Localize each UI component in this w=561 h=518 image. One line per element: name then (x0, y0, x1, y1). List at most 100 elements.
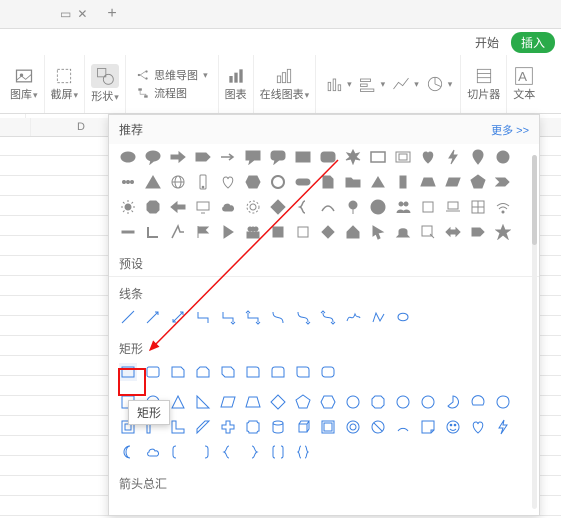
ribbon-textbox[interactable]: A 文本 (507, 55, 541, 113)
bs-smiley-icon[interactable] (444, 418, 462, 436)
rect-snip1-icon[interactable] (169, 363, 187, 381)
more-link[interactable]: 更多 >> (491, 122, 529, 138)
ribbon-slicer[interactable]: 切片器 (461, 55, 507, 113)
rect-round1-icon[interactable] (244, 363, 262, 381)
shape-sq-icon[interactable] (269, 223, 287, 241)
line-curve-arrow-icon[interactable] (294, 308, 312, 326)
shape-pill-icon[interactable] (294, 173, 312, 191)
shape-question-icon[interactable]: ? (369, 198, 387, 216)
chart-type-4-icon[interactable]: ▾ (425, 74, 453, 94)
shape-document-icon[interactable] (319, 173, 337, 191)
shape-gear-icon[interactable] (244, 198, 262, 216)
bs-plaque-icon[interactable] (244, 418, 262, 436)
bs-dblbrace-icon[interactable] (294, 443, 312, 461)
bs-rtriangle-icon[interactable] (194, 393, 212, 411)
bs-lshape-icon[interactable] (169, 418, 187, 436)
line-double-arrow-icon[interactable] (169, 308, 187, 326)
shape-circle-icon[interactable] (494, 148, 512, 166)
bs-trapezoid-icon[interactable] (244, 393, 262, 411)
shape-home-icon[interactable] (344, 223, 362, 241)
ribbon-flowchart[interactable]: 流程图 (136, 85, 208, 101)
rect-round-diag-icon[interactable] (294, 363, 312, 381)
line-elbow-icon[interactable] (194, 308, 212, 326)
bs-cross-icon[interactable] (219, 418, 237, 436)
bs-parallel-icon[interactable] (219, 393, 237, 411)
shape-ring-icon[interactable] (269, 173, 287, 191)
shape-burst-icon[interactable] (344, 148, 362, 166)
shape-pentagon-icon[interactable] (469, 173, 487, 191)
bs-brace-r-icon[interactable] (244, 443, 262, 461)
line-freeform-icon[interactable] (369, 308, 387, 326)
rect-snip2-icon[interactable] (194, 363, 212, 381)
shape-arrow-right-icon[interactable] (169, 148, 187, 166)
shape-heart-icon[interactable] (419, 148, 437, 166)
bs-diamond-icon[interactable] (269, 393, 287, 411)
ribbon-online-chart[interactable]: 在线图表▾ (254, 55, 317, 113)
shape-triangle-icon[interactable] (144, 173, 162, 191)
shape-sun-icon[interactable] (119, 198, 137, 216)
scrollbar-thumb[interactable] (532, 155, 537, 245)
shape-rounded-rect-icon[interactable] (319, 148, 337, 166)
shape-phone-icon[interactable] (194, 173, 212, 191)
menu-start[interactable]: 开始 (475, 34, 499, 51)
line-curve-double-icon[interactable] (319, 308, 337, 326)
bs-bevel-icon[interactable] (319, 418, 337, 436)
shape-dots-icon[interactable] (119, 173, 137, 191)
bs-pie-icon[interactable] (444, 393, 462, 411)
shape-flag-icon[interactable] (194, 223, 212, 241)
bs-chord-icon[interactable] (469, 393, 487, 411)
bs-heptagon-icon[interactable]: 7 (344, 393, 362, 411)
bs-octagon-icon[interactable] (369, 393, 387, 411)
chart-type-2-icon[interactable]: ▾ (358, 74, 386, 94)
shape-monitor-icon[interactable] (194, 198, 212, 216)
shape-globe-icon[interactable] (169, 173, 187, 191)
line-elbow-double-icon[interactable] (244, 308, 262, 326)
shape-bar-icon[interactable] (119, 223, 137, 241)
rect-round-all-icon[interactable] (319, 363, 337, 381)
shape-ellipse-icon[interactable] (119, 148, 137, 166)
shape-rect-icon[interactable] (294, 148, 312, 166)
shape-rounded-speech-icon[interactable] (144, 148, 162, 166)
bs-donut-icon[interactable] (344, 418, 362, 436)
bs-cube-icon[interactable] (294, 418, 312, 436)
menu-insert[interactable]: 插入 (511, 32, 555, 53)
tab-new[interactable]: + (107, 5, 116, 23)
shape-tall-rect-icon[interactable] (394, 173, 412, 191)
line-closed-icon[interactable] (394, 308, 412, 326)
shape-diamond2-icon[interactable] (319, 223, 337, 241)
shape-parallelogram-icon[interactable] (444, 173, 462, 191)
shape-play-icon[interactable] (219, 223, 237, 241)
shape-pin2-icon[interactable] (344, 198, 362, 216)
chart-type-1-icon[interactable]: ▾ (324, 74, 352, 94)
bs-teardrop-icon[interactable] (494, 393, 512, 411)
shape-heart-outline-icon[interactable] (219, 173, 237, 191)
tab-close[interactable]: ✕ (77, 7, 87, 21)
shape-laptop-icon[interactable] (444, 198, 462, 216)
shape-wifi-icon[interactable] (494, 198, 512, 216)
shape-arrow-up-icon[interactable] (169, 223, 187, 241)
line-curve-icon[interactable] (269, 308, 287, 326)
shape-bolt-icon[interactable] (444, 148, 462, 166)
bs-dodecagon-icon[interactable]: 12 (419, 393, 437, 411)
shape-chevron-icon[interactable] (494, 173, 512, 191)
rect-plain-icon[interactable] (119, 363, 137, 381)
shape-rounded-callout-icon[interactable] (269, 148, 287, 166)
bs-moon-icon[interactable] (119, 443, 137, 461)
bs-hexagon-icon[interactable] (319, 393, 337, 411)
shape-arrow-left-icon[interactable] (169, 198, 187, 216)
bs-diagstripe-icon[interactable] (194, 418, 212, 436)
ribbon-gallery[interactable]: 图库▾ (4, 55, 45, 113)
bs-triangle-icon[interactable] (169, 393, 187, 411)
line-elbow-arrow-icon[interactable] (219, 308, 237, 326)
shape-edit-icon[interactable] (419, 223, 437, 241)
shape-square-small-icon[interactable] (419, 198, 437, 216)
shape-trapezoid-icon[interactable] (419, 173, 437, 191)
line-arrow-icon[interactable] (144, 308, 162, 326)
shape-people-icon[interactable] (394, 198, 412, 216)
bs-arc-icon[interactable] (394, 418, 412, 436)
shape-speech-rect-icon[interactable] (244, 148, 262, 166)
shape-sq-outline-icon[interactable] (294, 223, 312, 241)
shape-thin-arrow-icon[interactable] (219, 148, 237, 166)
bs-bracket-r-icon[interactable] (194, 443, 212, 461)
bs-heart-icon[interactable] (469, 418, 487, 436)
